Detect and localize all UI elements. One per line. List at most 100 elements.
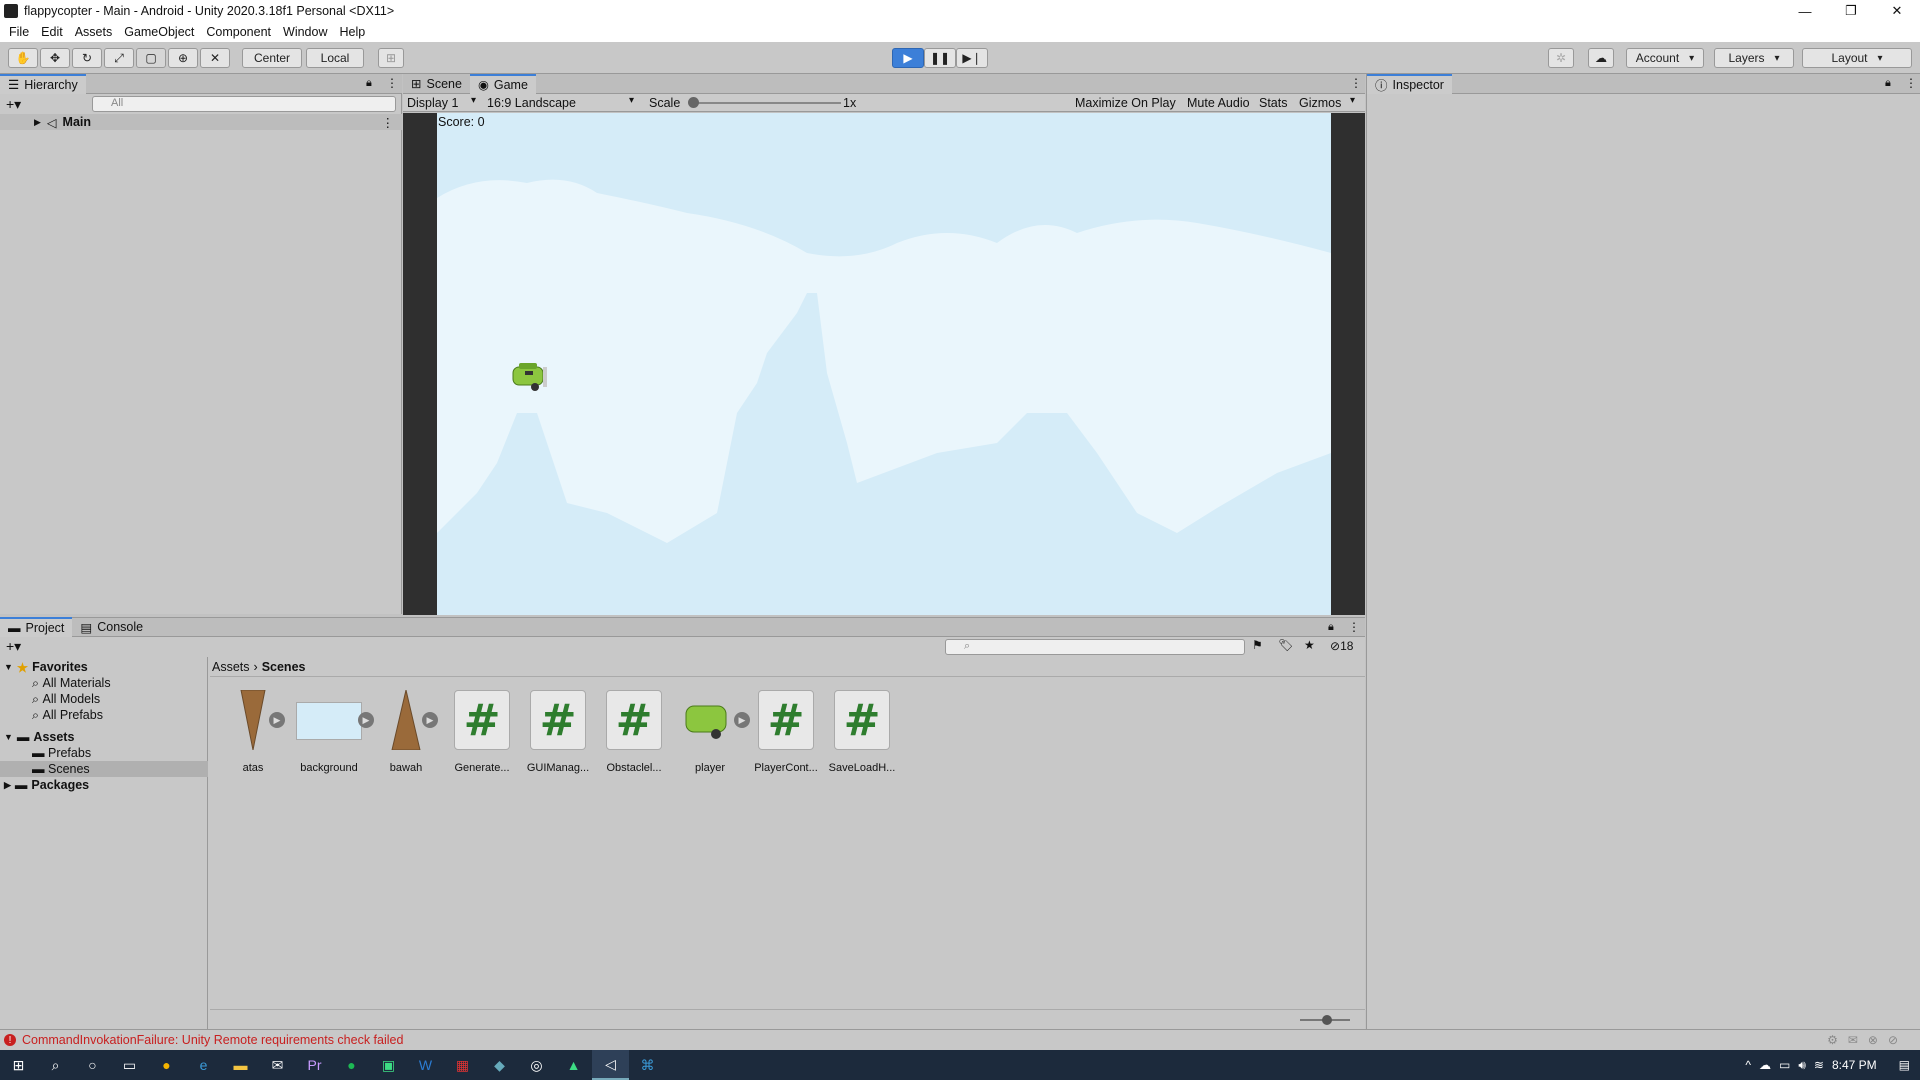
virtualbox-icon[interactable]: ◆: [481, 1050, 518, 1080]
folder-scenes[interactable]: ▬ Scenes: [0, 761, 208, 777]
game-canvas[interactable]: Score: 0: [437, 113, 1331, 615]
asset-guimanager-script[interactable]: # GUIManag...: [522, 690, 594, 774]
gizmos-toggle[interactable]: Gizmos: [1299, 96, 1341, 110]
task-view-icon[interactable]: ▭: [111, 1050, 148, 1080]
favorite-all-materials[interactable]: ⌕ All Materials: [32, 675, 111, 691]
tab-scene[interactable]: ⊞ Scene: [403, 74, 470, 94]
favorites-node[interactable]: ▼ ★ Favorites: [4, 659, 88, 675]
menu-help[interactable]: Help: [333, 25, 371, 39]
network-icon[interactable]: ▭: [1779, 1058, 1790, 1072]
search-icon[interactable]: ⌕: [37, 1050, 74, 1080]
asset-playercontroller-script[interactable]: # PlayerCont...: [750, 690, 822, 774]
mail-icon[interactable]: ✉: [259, 1050, 296, 1080]
inspector-lock-icon[interactable]: 🔒︎: [1885, 77, 1891, 90]
project-lock-icon[interactable]: 🔒︎: [1328, 621, 1334, 634]
grid-snap-icon[interactable]: ⊞: [378, 48, 404, 68]
wifi-icon[interactable]: ≋: [1814, 1058, 1824, 1072]
aspect-dropdown[interactable]: 16:9 Landscape: [487, 96, 576, 110]
status-error-message[interactable]: CommandInvokationFailure: Unity Remote r…: [22, 1033, 403, 1047]
minimize-button[interactable]: —: [1782, 0, 1828, 22]
folder-prefabs[interactable]: ▬ Prefabs: [32, 745, 91, 761]
thumb-size-handle[interactable]: [1322, 1015, 1332, 1025]
lock-icon[interactable]: 🔒︎: [366, 77, 372, 90]
asset-atas[interactable]: ▶ atas: [217, 689, 289, 774]
word-icon[interactable]: W: [407, 1050, 444, 1080]
expand-circle-icon[interactable]: ▶: [269, 712, 285, 728]
transform-tool-icon[interactable]: ⊕: [168, 48, 198, 68]
project-kebab-icon[interactable]: ⋮: [1348, 620, 1360, 634]
tab-hierarchy[interactable]: ☰ Hierarchy: [0, 73, 86, 94]
mute-audio-toggle[interactable]: Mute Audio: [1187, 96, 1250, 110]
scale-tool-icon[interactable]: ⤢: [104, 48, 134, 68]
app-red-icon[interactable]: ▦: [444, 1050, 481, 1080]
step-button[interactable]: ▶❘: [956, 48, 988, 68]
project-search-input[interactable]: ⌕: [945, 639, 1245, 655]
windows-start-icon[interactable]: ⊞: [0, 1050, 37, 1080]
custom-tool-icon[interactable]: ✕: [200, 48, 230, 68]
vscode-icon[interactable]: ⌘: [629, 1050, 666, 1080]
rect-tool-icon[interactable]: ▢: [136, 48, 166, 68]
display-dropdown[interactable]: Display 1: [407, 96, 458, 110]
pause-button[interactable]: ❚❚: [924, 48, 956, 68]
filter-type-icon[interactable]: ⚑: [1252, 638, 1263, 652]
asset-player[interactable]: ▶ player: [674, 690, 750, 774]
favorite-all-models[interactable]: ⌕ All Models: [32, 691, 100, 707]
tab-game[interactable]: ◉ Game: [469, 73, 536, 94]
chrome-icon[interactable]: ●: [148, 1050, 185, 1080]
android-studio-icon[interactable]: ▲: [555, 1050, 592, 1080]
menu-edit[interactable]: Edit: [35, 25, 69, 39]
file-explorer-icon[interactable]: ▬: [222, 1050, 259, 1080]
expand-arrow-icon[interactable]: ▶: [34, 117, 41, 128]
favorite-all-prefabs[interactable]: ⌕ All Prefabs: [32, 707, 103, 723]
tab-inspector[interactable]: ⓘ Inspector: [1367, 73, 1452, 94]
gizmos-chevron-icon[interactable]: ▾: [1350, 95, 1355, 106]
close-button[interactable]: ✕: [1874, 0, 1920, 22]
breadcrumb-scenes[interactable]: Scenes: [262, 660, 306, 674]
unity-hub-icon[interactable]: ◎: [518, 1050, 555, 1080]
scene-menu-icon[interactable]: ⋮: [382, 115, 395, 130]
kebab-menu-icon[interactable]: ⋮: [386, 76, 398, 90]
hierarchy-search-input[interactable]: All: [92, 96, 396, 112]
onedrive-icon[interactable]: ☁: [1759, 1058, 1771, 1072]
pivot-center-button[interactable]: Center: [242, 48, 302, 68]
project-add-icon[interactable]: +▾: [6, 638, 21, 655]
edge-icon[interactable]: e: [185, 1050, 222, 1080]
breadcrumb-assets[interactable]: Assets: [212, 660, 250, 674]
add-icon[interactable]: +▾: [6, 96, 21, 113]
hierarchy-scene-row[interactable]: ▶ ◁ Main ⋮: [0, 114, 402, 130]
asset-saveload-script[interactable]: # SaveLoadH...: [826, 690, 898, 774]
asset-background[interactable]: ▶ background: [293, 690, 374, 774]
pivot-local-button[interactable]: Local: [306, 48, 364, 68]
expand-circle-icon[interactable]: ▶: [422, 712, 438, 728]
restore-button[interactable]: ❐: [1828, 0, 1874, 22]
volume-icon[interactable]: 🔊︎: [1798, 1058, 1806, 1073]
spotify-icon[interactable]: ●: [333, 1050, 370, 1080]
tray-chevron-icon[interactable]: ^: [1745, 1058, 1751, 1072]
hand-tool-icon[interactable]: ✋: [8, 48, 38, 68]
menu-window[interactable]: Window: [277, 25, 333, 39]
rotate-tool-icon[interactable]: ↻: [72, 48, 102, 68]
assets-node[interactable]: ▼ ▬ Assets: [4, 729, 74, 745]
packages-node[interactable]: ▶ ▬ Packages: [4, 777, 89, 793]
asset-obstacle-script[interactable]: # Obstaclel...: [598, 690, 670, 774]
account-dropdown[interactable]: Account: [1626, 48, 1704, 68]
cortana-icon[interactable]: ○: [74, 1050, 111, 1080]
premiere-icon[interactable]: Pr: [296, 1050, 333, 1080]
maximize-on-play-toggle[interactable]: Maximize On Play: [1075, 96, 1176, 110]
layout-dropdown[interactable]: Layout: [1802, 48, 1912, 68]
unity-editor-icon[interactable]: ◁: [592, 1050, 629, 1080]
asset-generate-script[interactable]: # Generate...: [446, 690, 518, 774]
menu-file[interactable]: File: [3, 25, 35, 39]
menu-component[interactable]: Component: [200, 25, 277, 39]
tab-console[interactable]: ▤ Console: [72, 617, 151, 637]
cloud-icon[interactable]: ☁: [1588, 48, 1614, 68]
collab-icon[interactable]: ✲: [1548, 48, 1574, 68]
inspector-kebab-icon[interactable]: ⋮: [1905, 76, 1917, 90]
asset-bawah[interactable]: ▶ bawah: [370, 689, 442, 774]
scale-slider-track[interactable]: [691, 102, 841, 104]
menu-gameobject[interactable]: GameObject: [118, 25, 200, 39]
move-tool-icon[interactable]: ✥: [40, 48, 70, 68]
android-icon[interactable]: ▣: [370, 1050, 407, 1080]
layers-dropdown[interactable]: Layers: [1714, 48, 1794, 68]
tab-project[interactable]: ▬ Project: [0, 617, 73, 637]
